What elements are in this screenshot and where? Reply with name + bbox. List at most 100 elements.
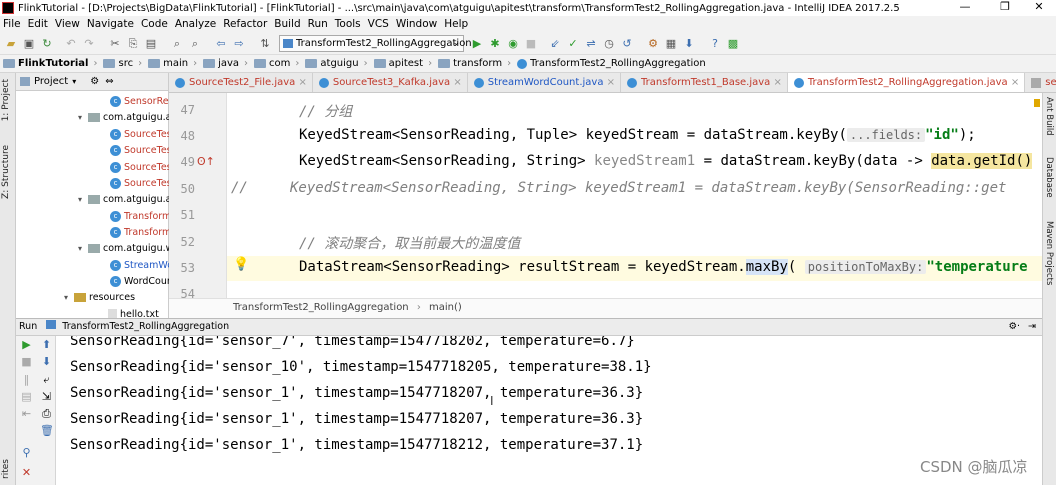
menu-run[interactable]: Run [305,18,332,30]
tree-item-class[interactable]: c Transform [16,224,169,241]
run-console[interactable]: SensorReading{id='sensor_7', timestamp=1… [56,336,1042,485]
forward-icon[interactable]: ⇨ [232,37,246,51]
breadcrumb-apitest[interactable]: apitest › [371,58,435,69]
menu-help[interactable]: Help [441,18,472,30]
menu-edit[interactable]: Edit [25,18,52,30]
tree-item-package[interactable]: ▾ com.atguigu.w [16,240,169,257]
open-folder-icon[interactable]: ▰ [4,37,18,51]
menu-code[interactable]: Code [138,18,172,30]
collapse-icon[interactable]: ⇔ [105,76,113,87]
database-tab[interactable]: Database [1044,157,1054,198]
save-icon[interactable]: ▣ [22,37,36,51]
editor-breadcrumb-class[interactable]: TransformTest2_RollingAggregation [233,302,409,313]
close-run-icon[interactable]: ✕ [20,466,33,479]
history-icon[interactable]: ◷ [602,37,616,51]
tab-sensor-txt[interactable]: sensor.txt [1025,73,1056,92]
editor-breadcrumb-method[interactable]: main() [429,302,462,313]
soft-wrap-icon[interactable]: ⤶ [40,373,53,386]
chevron-down-icon[interactable]: ▾ [72,77,76,86]
pin-tab-icon[interactable]: ⚲ [20,446,33,459]
tree-item-class[interactable]: c SourceTes [16,126,169,143]
replace-icon[interactable]: ⌕ [188,37,202,51]
lightbulb-icon[interactable]: 💡 [233,257,249,272]
cut-icon[interactable]: ✂ [108,37,122,51]
breadcrumb-java[interactable]: java › [200,58,251,69]
minimize-button[interactable]: — [950,0,980,16]
breadcrumb-project[interactable]: FlinkTutorial › [0,58,100,69]
menu-refactor[interactable]: Refactor [220,18,271,30]
breadcrumb-src[interactable]: src › [100,58,145,69]
menu-window[interactable]: Window [393,18,441,30]
menu-analyze[interactable]: Analyze [172,18,220,30]
find-icon[interactable]: ⌕ [170,37,184,51]
copy-icon[interactable]: ⎘ [126,37,140,51]
run-config-dropdown[interactable]: TransformTest2_RollingAggregation ⌄ [279,35,472,52]
plugin-icon[interactable]: ▩ [726,37,740,51]
tab-sourcetest2-file[interactable]: SourceTest2_File.java × [169,73,313,92]
analysis-status-marker[interactable] [1034,99,1040,107]
pause-icon[interactable]: ‖ [20,373,33,386]
close-icon[interactable]: × [298,77,306,88]
maximize-button[interactable]: ❐ [990,0,1020,16]
hide-panel-icon[interactable]: ⇥ [1028,319,1036,335]
settings-icon[interactable]: ⚙ [646,37,660,51]
stop-icon[interactable]: ■ [20,355,33,368]
close-window-button[interactable]: ✕ [1024,0,1054,16]
scroll-to-end-icon[interactable]: ⇲ [40,390,53,403]
dump-threads-icon[interactable]: ▤ [20,390,33,403]
menu-view[interactable]: View [52,18,84,30]
favorites-tool-tab[interactable]: rites [1,459,11,479]
back-icon[interactable]: ⇦ [214,37,228,51]
sdk-icon[interactable]: ⬇ [682,37,696,51]
breadcrumb-class[interactable]: TransformTest2_RollingAggregation [514,58,709,69]
breadcrumb-atguigu[interactable]: atguigu › [302,58,370,69]
tab-sourcetest3-kafka[interactable]: SourceTest3_Kafka.java × [313,73,468,92]
debug-icon[interactable]: ✱ [488,37,502,51]
down-icon[interactable]: ⬇ [40,355,53,368]
up-icon[interactable]: ⬆ [40,338,53,351]
project-tool-tab[interactable]: 1: Project [1,79,11,121]
menu-navigate[interactable]: Navigate [84,18,138,30]
tab-transformtest1-base[interactable]: TransformTest1_Base.java × [621,73,788,92]
ant-build-tab[interactable]: Ant Build [1044,97,1054,136]
vcs-update-icon[interactable]: ⇙ [548,37,562,51]
vcs-commit-icon[interactable]: ✓ [566,37,580,51]
tab-streamwordcount[interactable]: StreamWordCount.java × [468,73,622,92]
stop-icon[interactable]: ■ [524,37,538,51]
menu-vcs[interactable]: VCS [365,18,393,30]
structure-tool-tab[interactable]: Z: Structure [1,145,11,199]
run-icon[interactable]: ▶ [470,37,484,51]
tree-item-class[interactable]: c SourceTes [16,175,169,192]
tree-item-class[interactable]: c StreamWo [16,257,169,274]
compare-icon[interactable]: ⇌ [584,37,598,51]
menu-file[interactable]: File [0,18,25,30]
breadcrumb-com[interactable]: com › [251,58,302,69]
clear-all-icon[interactable]: 🗑 [40,424,54,437]
tab-transformtest2-rollingaggregation[interactable]: TransformTest2_RollingAggregation.java × [787,73,1026,92]
sync-icon[interactable]: ↻ [40,37,54,51]
maven-projects-tab[interactable]: Maven Projects [1044,221,1054,285]
breadcrumb-main[interactable]: main › [145,58,200,69]
tree-item-package[interactable]: ▾ com.atguigu.a [16,191,169,208]
help-icon[interactable]: ? [708,37,722,51]
menu-tools[interactable]: Tools [332,18,365,30]
tree-item-package[interactable]: ▾ com.atguigu.a [16,109,169,126]
project-structure-icon[interactable]: ▦ [664,37,678,51]
run-tab-config[interactable]: TransformTest2_RollingAggregation [62,321,229,332]
tree-item-class[interactable]: c WordCour [16,273,169,290]
lambda-gutter-icon[interactable]: ʘ↑ [197,155,215,168]
rerun-icon[interactable]: ▶ [20,338,33,351]
print-icon[interactable]: ⎙ [40,407,53,420]
code-editor[interactable]: 47 48 49 50 51 52 53 54 ʘ↑ 💡 // 分组 Keyed… [169,93,1042,298]
tree-item-class[interactable]: c Transform [16,208,169,225]
menu-build[interactable]: Build [271,18,304,30]
exit-icon[interactable]: ⇤ [20,407,33,420]
revert-icon[interactable]: ↺ [620,37,634,51]
coverage-icon[interactable]: ◉ [506,37,520,51]
paste-icon[interactable]: ▤ [144,37,158,51]
gear-icon[interactable]: ⚙ [90,76,99,87]
tree-item-class[interactable]: c SensorRe [16,93,169,110]
build-icon[interactable]: ⇅ [258,37,272,51]
redo-icon[interactable]: ↷ [82,37,96,51]
close-icon[interactable]: × [453,77,461,88]
